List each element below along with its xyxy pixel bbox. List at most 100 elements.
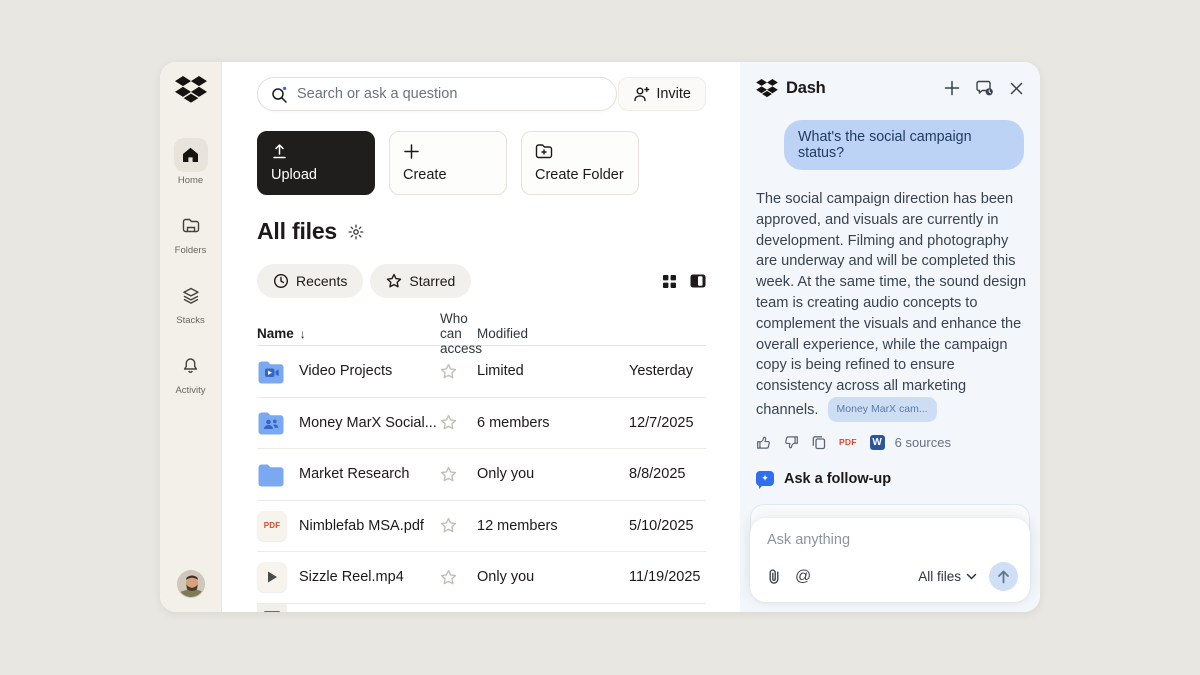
scope-selector[interactable]: All files — [918, 569, 977, 584]
thumbs-up-icon[interactable] — [756, 435, 771, 450]
clock-icon — [273, 273, 289, 289]
attach-paperclip-icon[interactable] — [767, 568, 781, 585]
chat-input-footer: @ All files — [767, 562, 1018, 591]
thumbs-down-icon[interactable] — [784, 435, 799, 450]
stacks-icon — [174, 278, 208, 312]
filter-chips: Recents Starred — [257, 264, 706, 298]
create-label: Create — [403, 167, 493, 183]
quick-actions: Upload Create Create Folder — [257, 131, 706, 195]
file-name: Video Projects — [299, 363, 440, 379]
file-icon-partial — [257, 604, 287, 613]
send-button[interactable] — [989, 562, 1018, 591]
sidebar-item-label: Folders — [175, 245, 207, 256]
star-toggle-icon[interactable] — [440, 569, 477, 586]
video-file-icon — [257, 562, 287, 592]
dash-header: Dash — [756, 62, 1024, 108]
starred-chip[interactable]: Starred — [370, 264, 471, 298]
file-name: Market Research — [299, 466, 440, 482]
chat-input[interactable]: Ask anything — [767, 532, 1014, 548]
pdf-file-icon: PDF — [257, 511, 287, 541]
create-folder-button[interactable]: Create Folder — [521, 131, 639, 195]
chat-history-icon[interactable] — [975, 80, 994, 97]
close-panel-icon[interactable] — [1009, 81, 1024, 96]
files-table: Name ↓ Who can access Modified Video Pro… — [257, 311, 706, 612]
follow-up-label: Ask a follow-up — [784, 471, 891, 487]
settings-gear-icon[interactable] — [348, 224, 364, 240]
scope-label: All files — [918, 569, 961, 584]
star-toggle-icon[interactable] — [440, 466, 477, 483]
table-row[interactable]: Sizzle Reel.mp4 Only you 11/19/2025 — [257, 552, 706, 604]
search-bar[interactable] — [257, 77, 617, 111]
main-content: Invite Upload Create — [222, 62, 740, 612]
folders-icon — [174, 208, 208, 242]
search-icon — [271, 86, 288, 103]
chevron-down-icon — [966, 573, 977, 580]
sidebar-item-label: Stacks — [176, 315, 205, 326]
citation-chip[interactable]: Money MarX cam... — [828, 397, 937, 422]
pdf-source-icon[interactable]: PDF — [839, 437, 857, 447]
file-name: Nimblefab MSA.pdf — [299, 518, 440, 534]
sort-descending-icon: ↓ — [300, 327, 306, 341]
app-window: Home Folders Stacks — [160, 62, 1040, 612]
sidebar-item-label: Home — [178, 175, 203, 186]
invite-label: Invite — [656, 86, 691, 102]
sidebar-item-folders[interactable]: Folders — [174, 208, 208, 256]
star-toggle-icon[interactable] — [440, 414, 477, 431]
create-folder-label: Create Folder — [535, 167, 625, 183]
user-avatar[interactable] — [177, 570, 205, 598]
upload-button[interactable]: Upload — [257, 131, 375, 195]
bell-icon — [174, 348, 208, 382]
table-row-partial[interactable] — [257, 604, 706, 613]
plus-icon — [403, 143, 493, 160]
star-icon — [386, 273, 402, 289]
file-modified: 5/10/2025 — [629, 518, 706, 534]
view-toggles — [662, 274, 706, 289]
recents-chip[interactable]: Recents — [257, 264, 363, 298]
dropbox-logo-icon[interactable] — [175, 76, 207, 104]
response-actions: PDF W 6 sources — [756, 435, 1024, 450]
file-access: Only you — [477, 569, 629, 585]
table-row[interactable]: Market Research Only you 8/8/2025 — [257, 449, 706, 501]
user-message-row: What's the social campaign status? — [756, 120, 1024, 170]
table-row[interactable]: Money MarX Social... 6 members 12/7/2025 — [257, 398, 706, 450]
sidebar-item-home[interactable]: Home — [174, 138, 208, 186]
file-modified: Yesterday — [629, 363, 706, 379]
sources-count[interactable]: 6 sources — [895, 435, 951, 450]
column-header-name[interactable]: Name ↓ — [257, 326, 440, 341]
mention-at-icon[interactable]: @ — [795, 568, 811, 586]
invite-button[interactable]: Invite — [618, 77, 706, 111]
file-access: 12 members — [477, 518, 629, 534]
recents-label: Recents — [296, 273, 347, 289]
create-button[interactable]: Create — [389, 131, 507, 195]
home-icon — [174, 138, 208, 172]
dash-assistant-panel: Dash — [740, 62, 1040, 612]
new-chat-icon[interactable] — [944, 80, 960, 96]
folder-icon — [257, 462, 299, 487]
upload-label: Upload — [271, 167, 361, 183]
topbar: Invite — [257, 77, 706, 111]
sidebar-item-stacks[interactable]: Stacks — [174, 278, 208, 326]
file-access: Only you — [477, 466, 629, 482]
folder-video-icon — [257, 359, 299, 384]
star-toggle-icon[interactable] — [440, 363, 477, 380]
file-name: Money MarX Social... — [299, 415, 440, 431]
table-header: Name ↓ Who can access Modified — [257, 311, 706, 346]
person-add-icon — [633, 86, 650, 102]
assistant-response-text: The social campaign direction has been a… — [756, 191, 1026, 418]
file-access: Limited — [477, 363, 629, 379]
split-panel-view-icon[interactable] — [690, 274, 706, 288]
chat-plus-icon: ✦ — [756, 471, 774, 486]
dash-logo-icon — [756, 79, 778, 98]
search-input[interactable] — [297, 86, 603, 102]
sidebar-item-activity[interactable]: Activity — [174, 348, 208, 396]
column-header-modified[interactable]: Modified — [477, 326, 629, 341]
grid-view-icon[interactable] — [662, 274, 677, 289]
file-modified: 12/7/2025 — [629, 415, 706, 431]
star-toggle-icon[interactable] — [440, 517, 477, 534]
file-modified: 8/8/2025 — [629, 466, 706, 482]
word-source-icon[interactable]: W — [870, 435, 885, 450]
table-row[interactable]: PDF Nimblefab MSA.pdf 12 members 5/10/20… — [257, 501, 706, 553]
copy-icon[interactable] — [812, 435, 826, 450]
column-header-access[interactable]: Who can access — [440, 311, 477, 356]
ask-follow-up[interactable]: ✦ Ask a follow-up — [756, 471, 1024, 487]
